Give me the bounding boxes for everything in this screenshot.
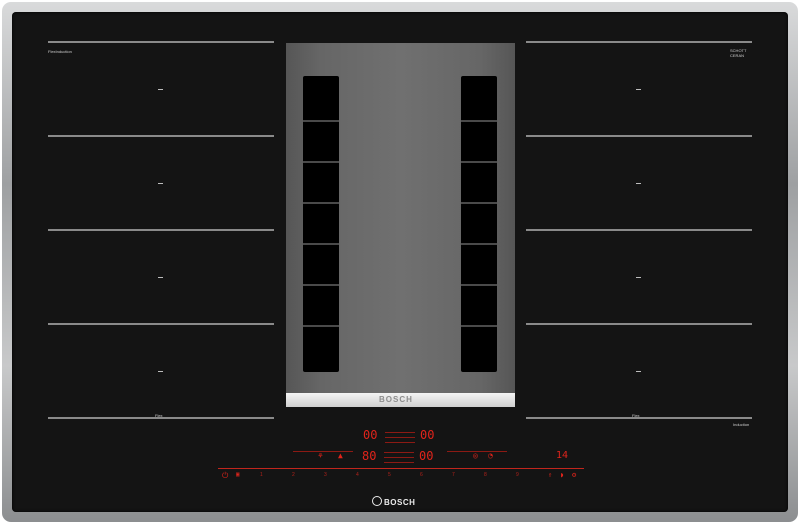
- right-zone-divider: [526, 323, 752, 325]
- boost-icon[interactable]: ⇑: [548, 472, 552, 479]
- level-bar: [384, 462, 414, 463]
- slider-step[interactable]: 7: [452, 472, 455, 478]
- slider-step[interactable]: 2: [292, 472, 295, 478]
- timer-left-display: 00: [363, 428, 378, 442]
- ring-icon[interactable]: ◎: [473, 452, 478, 460]
- left-zone-marker: [158, 89, 163, 90]
- timer-icon[interactable]: ◔: [488, 452, 493, 460]
- bosch-logo: BOSCH: [372, 496, 415, 507]
- induction-label: Induction: [733, 422, 750, 427]
- level-main-display: 80: [362, 449, 377, 463]
- vent-slot-left: [303, 76, 339, 372]
- slider-step[interactable]: 6: [420, 472, 423, 478]
- left-zone-divider: [48, 323, 274, 325]
- slider-step[interactable]: 5: [388, 472, 391, 478]
- vent-slot-right: [461, 76, 497, 372]
- power-icon[interactable]: ⏻: [222, 472, 228, 480]
- right-zone-marker: [636, 183, 641, 184]
- vent-brand-logo: BOSCH: [379, 395, 413, 404]
- fan-icon[interactable]: ⚘: [318, 452, 323, 460]
- settings-icon[interactable]: ⚙: [572, 472, 576, 479]
- ceran-label: CERAN: [730, 53, 745, 58]
- slider-track: [218, 468, 584, 469]
- slider-step[interactable]: 9: [516, 472, 519, 478]
- right-zone-marker: [636, 89, 641, 90]
- right-zone-divider: [526, 41, 752, 43]
- vent-logo-bar: BOSCH: [286, 393, 515, 407]
- left-zone-divider: [48, 41, 274, 43]
- flex-right-label: Flex: [632, 413, 640, 418]
- left-zone-marker: [158, 371, 163, 372]
- right-zone-divider: [526, 229, 752, 231]
- level-right-display: 00: [419, 449, 434, 463]
- slider-step[interactable]: 4: [356, 472, 359, 478]
- left-zone-marker: [158, 277, 163, 278]
- left-zone-divider: [48, 229, 274, 231]
- power-level-slider[interactable]: 1 2 3 4 5 6 7 8 9: [240, 472, 550, 478]
- level-bar: [384, 457, 414, 458]
- duration-display: 14: [556, 450, 569, 461]
- level-bar: [384, 452, 414, 453]
- wifi-icon[interactable]: ◗: [560, 472, 564, 479]
- right-zone-divider: [526, 135, 752, 137]
- slider-step[interactable]: 1: [260, 472, 263, 478]
- slider-step[interactable]: 8: [484, 472, 487, 478]
- sensor-icon[interactable]: ▲: [338, 452, 343, 460]
- timer-right-display: 00: [420, 428, 435, 442]
- timer-bar: [385, 442, 415, 443]
- timer-bar: [385, 437, 415, 438]
- flex-left-label: Flex: [155, 413, 163, 418]
- downdraft-vent-module: [286, 43, 515, 393]
- flexinduction-label: FlexInduction: [48, 49, 72, 54]
- left-zone-marker: [158, 183, 163, 184]
- right-zone-marker: [636, 277, 641, 278]
- right-zone-marker: [636, 371, 641, 372]
- left-zone-divider: [48, 135, 274, 137]
- slider-step[interactable]: 3: [324, 472, 327, 478]
- panel-line: [293, 451, 353, 452]
- timer-bar: [385, 432, 415, 433]
